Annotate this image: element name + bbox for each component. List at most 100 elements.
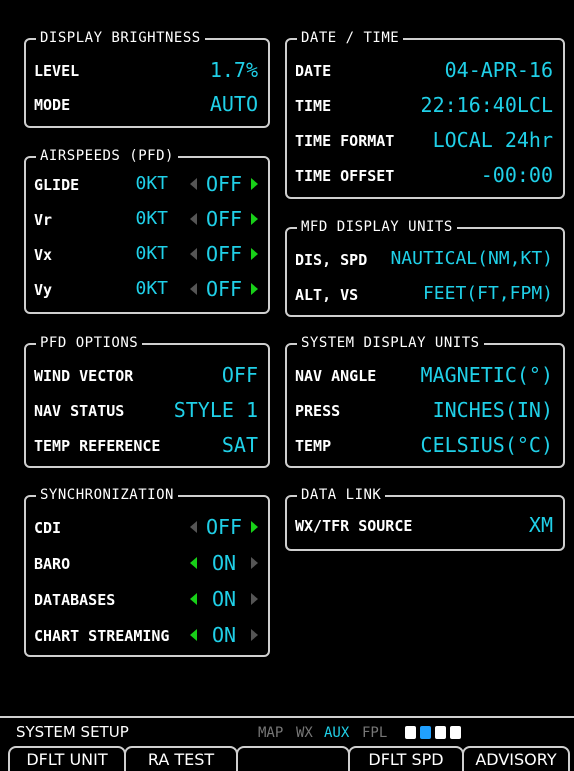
temp-reference-row[interactable]: TEMP REFERENCE SAT	[26, 429, 268, 463]
toggle-value: OFF	[205, 277, 243, 301]
arrow-right-icon[interactable]	[251, 593, 258, 605]
option-value[interactable]: STYLE 1	[174, 399, 258, 421]
sync-cdi-row[interactable]: CDI OFF	[26, 511, 268, 545]
airspeed-row-vy[interactable]: Vy 0KT OFF	[26, 273, 268, 307]
sync-toggle[interactable]: ON	[188, 588, 260, 610]
page-group-wx[interactable]: WX	[296, 725, 313, 741]
arrow-left-icon[interactable]	[190, 593, 197, 605]
press-row[interactable]: PRESS INCHES(IN)	[287, 394, 563, 428]
brightness-level-value[interactable]: 1.7%	[210, 59, 258, 81]
softkey-ra-test[interactable]: RA TEST	[124, 746, 238, 771]
units-value[interactable]: NAUTICAL(NM,KT)	[390, 248, 553, 270]
brightness-mode-label: MODE	[34, 96, 71, 114]
sync-label: BARO	[34, 555, 71, 573]
arrow-right-icon[interactable]	[251, 521, 258, 533]
sync-toggle[interactable]: ON	[188, 624, 260, 646]
time-offset-row[interactable]: TIME OFFSET -00:00	[287, 159, 563, 193]
mfd-display-units-panel: MFD DISPLAY UNITS DIS, SPD NAUTICAL(NM,K…	[285, 218, 565, 317]
brightness-mode-row[interactable]: MODE AUTO	[26, 88, 268, 122]
arrow-left-icon[interactable]	[190, 248, 197, 260]
datetime-value[interactable]: LOCAL 24hr	[433, 129, 553, 151]
units-value[interactable]: INCHES(IN)	[433, 399, 553, 421]
softkey-blank[interactable]	[236, 746, 350, 771]
arrow-right-icon[interactable]	[251, 283, 258, 295]
alt-vs-row[interactable]: ALT, VS FEET(FT,FPM)	[287, 278, 563, 312]
temp-row[interactable]: TEMP CELSIUS(°C)	[287, 429, 563, 463]
airspeed-row-vr[interactable]: Vr 0KT OFF	[26, 203, 268, 237]
mfd-display-units-title: MFD DISPLAY UNITS	[297, 218, 457, 236]
units-value[interactable]: MAGNETIC(°)	[421, 364, 553, 386]
units-value[interactable]: FEET(FT,FPM)	[423, 283, 553, 305]
page-group-aux[interactable]: AUX	[324, 725, 349, 741]
page-indicator-icon	[405, 726, 416, 739]
sync-label: CDI	[34, 519, 62, 537]
brightness-level-row[interactable]: LEVEL 1.7%	[26, 54, 268, 88]
brightness-mode-value[interactable]: AUTO	[210, 93, 258, 115]
nav-angle-row[interactable]: NAV ANGLE MAGNETIC(°)	[287, 359, 563, 393]
arrow-left-icon[interactable]	[190, 521, 197, 533]
datalink-value[interactable]: XM	[529, 514, 553, 536]
dis-spd-row[interactable]: DIS, SPD NAUTICAL(NM,KT)	[287, 243, 563, 277]
arrow-right-icon[interactable]	[251, 557, 258, 569]
airspeed-value[interactable]: 0KT	[98, 209, 168, 229]
nav-status-row[interactable]: NAV STATUS STYLE 1	[26, 394, 268, 428]
datetime-label: TIME	[295, 97, 332, 115]
date-time-title: DATE / TIME	[297, 29, 404, 47]
option-value[interactable]: SAT	[222, 434, 258, 456]
sync-chart-streaming-row[interactable]: CHART STREAMING ON	[26, 619, 268, 653]
airspeed-value[interactable]: 0KT	[98, 279, 168, 299]
airspeed-toggle[interactable]: OFF	[188, 278, 260, 300]
toggle-value: OFF	[205, 515, 243, 539]
arrow-left-icon[interactable]	[190, 557, 197, 569]
datetime-value[interactable]: 22:16:40LCL	[421, 94, 553, 116]
wx-tfr-source-row[interactable]: WX/TFR SOURCE XM	[287, 509, 563, 543]
airspeed-toggle[interactable]: OFF	[188, 173, 260, 195]
airspeed-label: Vx	[34, 246, 53, 264]
page-indicator-active-icon	[420, 726, 431, 739]
arrow-left-icon[interactable]	[190, 178, 197, 190]
airspeed-value[interactable]: 0KT	[98, 244, 168, 264]
units-label: ALT, VS	[295, 286, 359, 304]
softkey-advisory[interactable]: ADVISORY	[462, 746, 570, 771]
units-label: TEMP	[295, 437, 332, 455]
softkey-dflt-spd[interactable]: DFLT SPD	[348, 746, 464, 771]
airspeed-row-vx[interactable]: Vx 0KT OFF	[26, 238, 268, 272]
arrow-left-icon[interactable]	[190, 629, 197, 641]
airspeed-toggle[interactable]: OFF	[188, 243, 260, 265]
airspeed-label: GLIDE	[34, 176, 80, 194]
display-brightness-panel: DISPLAY BRIGHTNESS LEVEL 1.7% MODE AUTO	[24, 29, 270, 128]
airspeed-row-glide[interactable]: GLIDE 0KT OFF	[26, 168, 268, 202]
synchronization-title: SYNCHRONIZATION	[36, 486, 178, 504]
sync-toggle[interactable]: ON	[188, 552, 260, 574]
arrow-right-icon[interactable]	[251, 248, 258, 260]
page-group-map[interactable]: MAP	[258, 725, 283, 741]
display-brightness-title: DISPLAY BRIGHTNESS	[36, 29, 205, 47]
datetime-value[interactable]: -00:00	[481, 164, 553, 186]
airspeed-label: Vr	[34, 211, 53, 229]
arrow-left-icon[interactable]	[190, 283, 197, 295]
data-link-panel: DATA LINK WX/TFR SOURCE XM	[285, 486, 565, 551]
page-indicator-icon	[435, 726, 446, 739]
airspeed-toggle[interactable]: OFF	[188, 208, 260, 230]
datetime-value[interactable]: 04-APR-16	[445, 59, 553, 81]
units-value[interactable]: CELSIUS(°C)	[421, 434, 553, 456]
softkey-dflt-unit[interactable]: DFLT UNIT	[8, 746, 126, 771]
sync-label: CHART STREAMING	[34, 627, 170, 645]
sync-baro-row[interactable]: BARO ON	[26, 547, 268, 581]
airspeeds-title: AIRSPEEDS (PFD)	[36, 147, 178, 165]
sync-toggle[interactable]: OFF	[188, 516, 260, 538]
page-group-fpl[interactable]: FPL	[362, 725, 387, 741]
option-value[interactable]: OFF	[222, 364, 258, 386]
wind-vector-row[interactable]: WIND VECTOR OFF	[26, 359, 268, 393]
arrow-right-icon[interactable]	[251, 629, 258, 641]
arrow-right-icon[interactable]	[251, 213, 258, 225]
sync-databases-row[interactable]: DATABASES ON	[26, 583, 268, 617]
time-format-row[interactable]: TIME FORMAT LOCAL 24hr	[287, 124, 563, 158]
airspeed-value[interactable]: 0KT	[98, 174, 168, 194]
arrow-left-icon[interactable]	[190, 213, 197, 225]
date-row[interactable]: DATE 04-APR-16	[287, 54, 563, 88]
units-label: PRESS	[295, 402, 341, 420]
arrow-right-icon[interactable]	[251, 178, 258, 190]
page-name: SYSTEM SETUP	[16, 723, 129, 741]
time-row[interactable]: TIME 22:16:40LCL	[287, 89, 563, 123]
